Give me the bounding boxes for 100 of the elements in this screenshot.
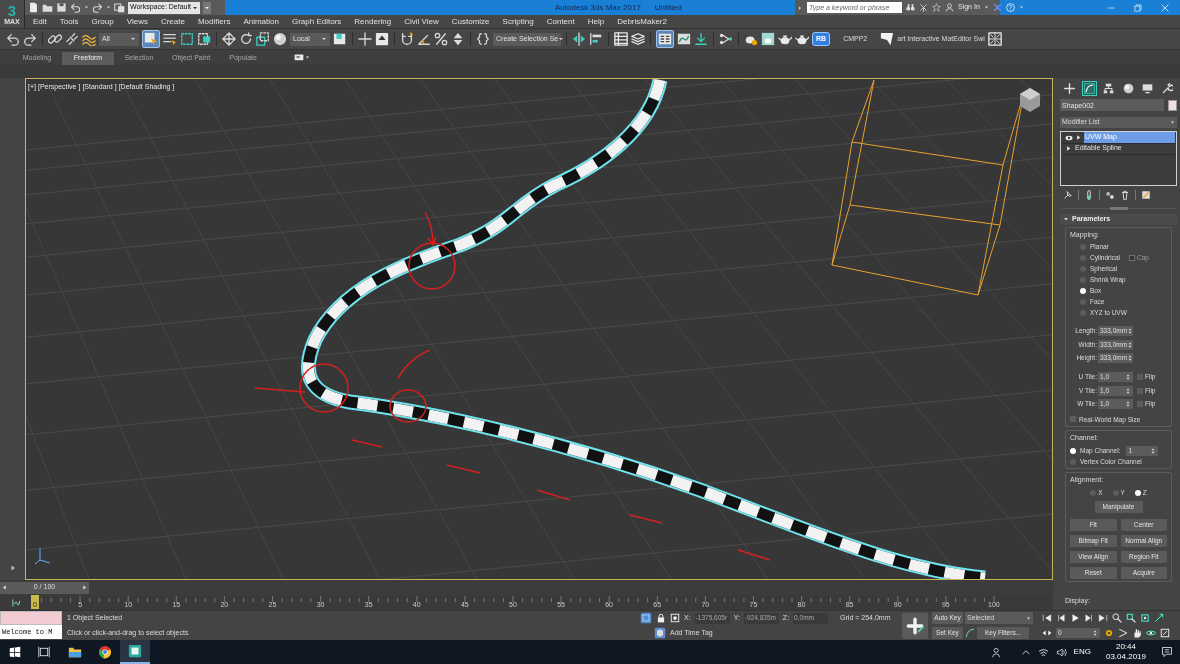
- make-unique-icon[interactable]: [1105, 189, 1115, 200]
- menu-item[interactable]: Rendering: [354, 15, 392, 28]
- zoom-all-icon[interactable]: [1126, 613, 1136, 623]
- spinner-arrows-icon[interactable]: [1125, 374, 1131, 380]
- speaker-icon[interactable]: [1055, 646, 1067, 658]
- taskbar-app-button[interactable]: [120, 640, 150, 664]
- save-icon[interactable]: [56, 2, 67, 13]
- go-to-start-icon[interactable]: [1042, 613, 1052, 623]
- user-icon[interactable]: [945, 3, 954, 12]
- command-tab[interactable]: [1062, 81, 1077, 96]
- menu-item[interactable]: Create: [160, 15, 185, 28]
- trash-icon[interactable]: [1120, 189, 1130, 200]
- orbit-icon[interactable]: [1146, 628, 1156, 638]
- lock-icon[interactable]: [656, 613, 666, 623]
- rotate-icon[interactable]: [239, 32, 253, 46]
- drag-handle[interactable]: [1109, 206, 1128, 210]
- new-file-icon[interactable]: [28, 2, 39, 13]
- radio-button[interactable]: [1090, 490, 1097, 497]
- render-window-icon[interactable]: [761, 32, 775, 46]
- caret-icon[interactable]: [321, 36, 327, 42]
- menu-item[interactable]: Group: [91, 15, 114, 28]
- zoom-icon[interactable]: [1112, 613, 1122, 623]
- table-icon[interactable]: [614, 32, 628, 46]
- magnet-icon[interactable]: [400, 32, 414, 46]
- select-button[interactable]: [142, 30, 160, 48]
- task-view-icon[interactable]: [38, 646, 50, 658]
- link-icon[interactable]: [48, 32, 62, 46]
- grid-icon[interactable]: [987, 32, 1002, 46]
- angle-icon[interactable]: [417, 32, 431, 46]
- key-mode-toggle-icon[interactable]: [1042, 628, 1052, 638]
- caret-icon[interactable]: [130, 36, 136, 42]
- dashed-square-icon[interactable]: [197, 32, 211, 46]
- menu-item[interactable]: Customize: [451, 15, 490, 28]
- collapse-triangle-icon[interactable]: [1063, 216, 1069, 223]
- object-color-swatch[interactable]: [1168, 99, 1177, 111]
- project-icon[interactable]: [114, 2, 125, 13]
- expand-triangle-icon[interactable]: [8, 564, 17, 572]
- pan-icon[interactable]: [1132, 628, 1142, 638]
- folder-icon[interactable]: [68, 645, 82, 659]
- list-icon[interactable]: [163, 32, 177, 46]
- menu-item[interactable]: Content: [546, 15, 575, 28]
- crosshair-icon[interactable]: [358, 32, 372, 46]
- checkbox[interactable]: [1137, 401, 1143, 407]
- layers-icon[interactable]: [631, 32, 645, 46]
- zoom-extents-all-icon[interactable]: [1154, 613, 1164, 623]
- caret-icon[interactable]: [558, 36, 565, 42]
- up-down-arrows-icon[interactable]: [451, 32, 465, 46]
- command-tab[interactable]: [1081, 81, 1097, 96]
- spinner-arrows-icon[interactable]: [1125, 387, 1131, 394]
- cube-icon[interactable]: [654, 627, 666, 639]
- arrow-left-icon[interactable]: [1, 584, 8, 591]
- menu-item[interactable]: Modifiers: [197, 15, 231, 28]
- caret-icon[interactable]: [797, 4, 803, 11]
- menu-button[interactable]: [203, 1, 211, 14]
- tube-icon[interactable]: [1084, 189, 1094, 200]
- menu-item[interactable]: Edit: [33, 15, 47, 28]
- spinner-arrows-icon[interactable]: [1125, 401, 1131, 407]
- menu-item[interactable]: DebrisMaker2: [617, 15, 667, 28]
- scale-icon[interactable]: [256, 32, 270, 46]
- radio-button[interactable]: [1080, 288, 1086, 295]
- spinner-arrows-icon[interactable]: [1150, 447, 1157, 454]
- configure-icon[interactable]: [1141, 189, 1151, 200]
- percent-icon[interactable]: [434, 32, 448, 46]
- node-graph-icon[interactable]: [719, 32, 733, 46]
- checkbox[interactable]: [1070, 416, 1076, 423]
- go-to-end-icon[interactable]: [1098, 613, 1108, 623]
- undo-icon[interactable]: [6, 32, 20, 46]
- play-icon[interactable]: [1070, 613, 1080, 623]
- arrow-right-icon[interactable]: [81, 584, 88, 591]
- wifi-icon[interactable]: [1037, 646, 1049, 658]
- move-icon[interactable]: [222, 32, 236, 46]
- close-icon[interactable]: [1160, 2, 1170, 13]
- chevron-up-icon[interactable]: [1020, 647, 1031, 657]
- curve-editor-icon[interactable]: [677, 32, 691, 46]
- menu-item[interactable]: Civil View: [404, 15, 439, 28]
- viewcube-icon[interactable]: [1020, 88, 1040, 112]
- pivot-icon[interactable]: [333, 32, 347, 46]
- radio-button[interactable]: [1070, 458, 1076, 465]
- flag-icon[interactable]: [880, 32, 895, 46]
- spinner-arrows-icon[interactable]: [1092, 630, 1098, 636]
- curve-toggle-icon[interactable]: [10, 597, 21, 608]
- download-icon[interactable]: [694, 32, 708, 46]
- star-icon[interactable]: [932, 3, 941, 12]
- radio-button[interactable]: [1080, 277, 1086, 284]
- undo-icon[interactable]: [70, 2, 81, 13]
- menu-item[interactable]: Animation: [243, 15, 279, 28]
- radio-button[interactable]: [1070, 447, 1076, 454]
- redo-icon[interactable]: [92, 2, 103, 13]
- binoculars-icon[interactable]: [906, 3, 915, 12]
- menu-item[interactable]: Help: [587, 15, 605, 28]
- caret-icon[interactable]: [305, 54, 311, 60]
- radio-button[interactable]: [1112, 490, 1119, 497]
- radio-button[interactable]: [1080, 299, 1086, 306]
- window-icon[interactable]: [294, 52, 305, 62]
- spinner-arrows-icon[interactable]: [1127, 341, 1134, 348]
- wave-icon[interactable]: [82, 32, 96, 46]
- time-configuration-icon[interactable]: [1104, 628, 1114, 638]
- next-frame-icon[interactable]: [1084, 613, 1094, 623]
- menu-item[interactable]: Graph Editors: [291, 15, 342, 28]
- menu-item[interactable]: Views: [126, 15, 148, 28]
